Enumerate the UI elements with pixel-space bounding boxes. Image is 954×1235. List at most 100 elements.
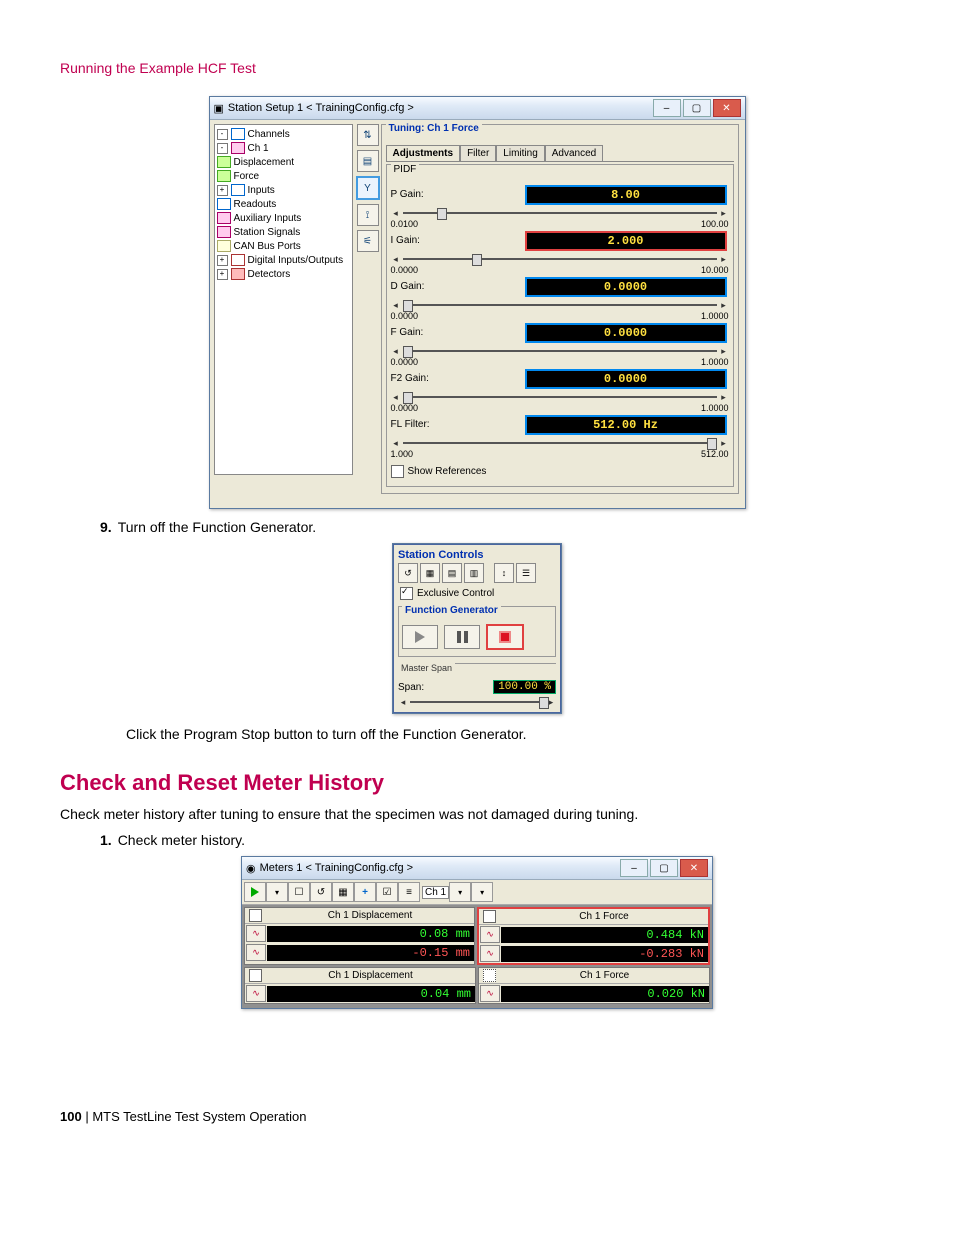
igain-max: 10.000 (701, 265, 729, 275)
pgain-value[interactable]: 8.00 (525, 185, 727, 205)
tree-readouts[interactable]: Readouts (234, 199, 277, 210)
sc-btn-3[interactable]: ▤ (442, 563, 462, 583)
app-icon: ▣ (214, 102, 224, 115)
sc-btn-5[interactable]: ↕ (494, 563, 514, 583)
station-controls-title: Station Controls (398, 549, 556, 561)
meters-toolbar: ▾ ☐ ↺ ▦ + ☑ ≡ Ch 1 ▾ ▾ (242, 880, 712, 905)
tree-dio[interactable]: Digital Inputs/Outputs (248, 255, 344, 266)
meter-disp-cur: Ch 1 Displacement ∿0.04 mm (244, 967, 476, 1004)
pgain-slider[interactable]: ◂ ▸ (391, 207, 729, 219)
meters-minimize[interactable]: – (620, 859, 648, 877)
sc-btn-1[interactable]: ↺ (398, 563, 418, 583)
exclusive-control-check[interactable]: Exclusive Control (400, 587, 556, 600)
meters-channel-select[interactable]: Ch 1 (422, 886, 449, 899)
meters-grid[interactable]: ▦ (332, 882, 354, 902)
tree-aux-inputs[interactable]: Auxiliary Inputs (234, 213, 302, 224)
exclusive-control-label: Exclusive Control (417, 588, 494, 599)
meter-hdr: Ch 1 Displacement (266, 970, 475, 981)
meters-titlebar[interactable]: ◉ Meters 1 < TrainingConfig.cfg > – ▢ ✕ (242, 857, 712, 880)
tree-station-signals[interactable]: Station Signals (234, 227, 301, 238)
fg-stop-button[interactable] (486, 624, 524, 650)
f2gain-min: 0.0000 (391, 403, 419, 413)
running-head: Running the Example HCF Test (60, 60, 894, 76)
span-label: Span: (398, 682, 424, 693)
wave-icon[interactable]: ∿ (480, 945, 500, 962)
tree-can-bus[interactable]: CAN Bus Ports (234, 241, 301, 252)
tab-adjustments[interactable]: Adjustments (386, 145, 461, 161)
sc-btn-6[interactable]: ☰ (516, 563, 536, 583)
sc-btn-4[interactable]: ▥ (464, 563, 484, 583)
meters-maximize[interactable]: ▢ (650, 859, 678, 877)
tool-4[interactable]: ⟟ (357, 204, 379, 226)
tool-1[interactable]: ⇅ (357, 124, 379, 146)
tool-column: ⇅ ▤ Y ⟟ ⚟ (357, 120, 379, 508)
f2gain-slider[interactable]: ◂▸ (391, 391, 729, 403)
fg-play-button[interactable] (402, 625, 438, 649)
meter-value: 0.020 kN (501, 986, 709, 1002)
fgain-value[interactable]: 0.0000 (525, 323, 727, 343)
close-button[interactable]: ✕ (713, 99, 741, 117)
meters-cfg[interactable]: ≡ (398, 882, 420, 902)
meters-play[interactable] (244, 882, 266, 902)
pgain-max: 100.00 (701, 219, 729, 229)
maximize-button[interactable]: ▢ (683, 99, 711, 117)
meters-sel-dd2[interactable]: ▾ (471, 882, 493, 902)
tree-inputs[interactable]: Inputs (248, 185, 275, 196)
tool-2[interactable]: ▤ (357, 150, 379, 172)
tab-advanced[interactable]: Advanced (545, 145, 603, 161)
meter-hdr: Ch 1 Force (500, 970, 709, 981)
show-references-label: Show References (408, 466, 487, 477)
meters-close[interactable]: ✕ (680, 859, 708, 877)
meter-value: -0.283 kN (501, 946, 708, 962)
meters-app-icon: ◉ (246, 862, 256, 875)
dgain-max: 1.0000 (701, 311, 729, 321)
meters-reset[interactable]: ↺ (310, 882, 332, 902)
minimize-button[interactable]: – (653, 99, 681, 117)
fgain-slider[interactable]: ◂▸ (391, 345, 729, 357)
sc-btn-2[interactable]: ▦ (420, 563, 440, 583)
wave-icon[interactable]: ∿ (246, 944, 266, 961)
titlebar[interactable]: ▣ Station Setup 1 < TrainingConfig.cfg >… (210, 97, 745, 120)
tool-5[interactable]: ⚟ (357, 230, 379, 252)
tree-force[interactable]: Force (234, 171, 260, 182)
meters-dd[interactable]: ▾ (266, 882, 288, 902)
channel-tree[interactable]: -Channels -Ch 1 Displacement Force +Inpu… (214, 124, 353, 475)
igain-value[interactable]: 2.000 (525, 231, 727, 251)
meters-add[interactable]: + (354, 882, 376, 902)
tool-tuning[interactable]: Y (356, 176, 380, 200)
show-references-check[interactable]: Show References (391, 465, 729, 478)
wave-icon[interactable]: ∿ (246, 925, 266, 942)
tree-ch1[interactable]: Ch 1 (248, 143, 269, 154)
span-value[interactable]: 100.00 % (493, 680, 556, 694)
master-span-label: Master Span (398, 663, 455, 673)
igain-slider[interactable]: ◂ ▸ (391, 253, 729, 265)
meter-value: -0.15 mm (267, 945, 474, 961)
tab-filter[interactable]: Filter (460, 145, 496, 161)
tree-displacement[interactable]: Displacement (234, 157, 295, 168)
tuning-tabs: Adjustments Filter Limiting Advanced (386, 145, 734, 162)
meters-stop[interactable]: ☐ (288, 882, 310, 902)
flfilter-slider[interactable]: ◂▸ (391, 437, 729, 449)
dgain-slider[interactable]: ◂▸ (391, 299, 729, 311)
tree-detectors[interactable]: Detectors (248, 269, 291, 280)
f2gain-value[interactable]: 0.0000 (525, 369, 727, 389)
tab-limiting[interactable]: Limiting (496, 145, 544, 161)
tree-channels[interactable]: Channels (248, 129, 290, 140)
fgain-min: 0.0000 (391, 357, 419, 367)
wave-icon[interactable]: ∿ (480, 926, 500, 943)
step-9-text: Turn off the Function Generator. (118, 519, 316, 535)
fg-pause-button[interactable] (444, 625, 480, 649)
dgain-value[interactable]: 0.0000 (525, 277, 727, 297)
page-number: 100 (60, 1109, 82, 1124)
wave-icon[interactable]: ∿ (246, 985, 266, 1002)
wave-icon[interactable]: ∿ (480, 985, 500, 1002)
click-stop-text: Click the Program Stop button to turn of… (126, 726, 894, 742)
station-controls-window: Station Controls ↺ ▦ ▤ ▥ ↕ ☰ Exclusive C… (392, 543, 562, 714)
fl-min: 1.000 (391, 449, 414, 459)
meters-check[interactable]: ☑ (376, 882, 398, 902)
flfilter-value[interactable]: 512.00 Hz (525, 415, 727, 435)
master-span-slider[interactable]: ◂▸ (398, 696, 556, 708)
meter-hdr: Ch 1 Displacement (266, 910, 474, 921)
igain-min: 0.0000 (391, 265, 419, 275)
meters-sel-dd[interactable]: ▾ (449, 882, 471, 902)
